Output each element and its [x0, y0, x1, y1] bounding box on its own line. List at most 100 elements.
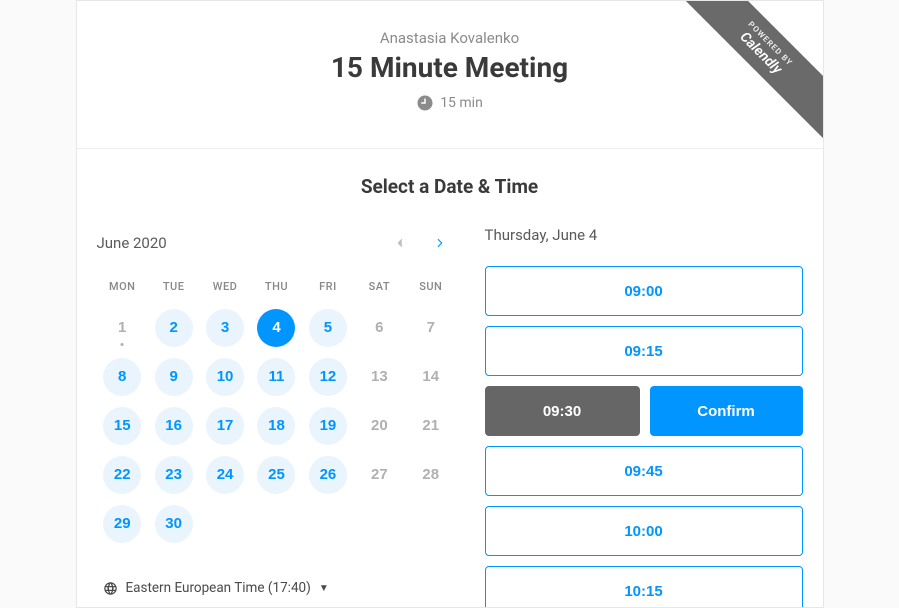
calendar-day-button: 13: [360, 358, 398, 396]
calendar-day-button[interactable]: 5: [309, 309, 347, 347]
event-duration: 15 min: [97, 94, 803, 112]
calendar-day-button[interactable]: 24: [206, 456, 244, 494]
globe-icon: [103, 581, 118, 596]
event-owner: Anastasia Kovalenko: [97, 29, 803, 47]
time-slot-button[interactable]: 09:15: [485, 326, 803, 376]
calendar-day-button[interactable]: 25: [257, 456, 295, 494]
chevron-left-icon: [393, 236, 407, 250]
calendar-day: 28: [405, 450, 456, 499]
dow-label: MON: [97, 274, 148, 303]
timezone-selector[interactable]: Eastern European Time (17:40) ▼: [97, 580, 457, 596]
dow-label: WED: [199, 274, 250, 303]
calendar-day-button[interactable]: 18: [257, 407, 295, 445]
calendar-day: 18: [251, 401, 302, 450]
scheduling-card: POWERED BY Calendly Anastasia Kovalenko …: [76, 0, 824, 608]
calendar-day: 21: [405, 401, 456, 450]
caret-down-icon: ▼: [319, 583, 329, 594]
calendar-day-button[interactable]: 17: [206, 407, 244, 445]
calendar-day: 11: [251, 352, 302, 401]
calendar-day-button: 14: [412, 358, 450, 396]
calendar-day: 7: [405, 303, 456, 352]
days-grid: 1234567891011121314151617181920212223242…: [97, 303, 457, 548]
timezone-label: Eastern European Time (17:40): [126, 580, 311, 596]
slots-list: 09:00 09:15 09:30Confirm 09:45 10:00 10:15: [485, 266, 803, 608]
calendar-day-button[interactable]: 30: [155, 505, 193, 543]
calendar-day-button[interactable]: 12: [309, 358, 347, 396]
calendar-day-button: 6: [360, 309, 398, 347]
time-slot-button[interactable]: 09:00: [485, 266, 803, 316]
calendar-day-button: 28: [412, 456, 450, 494]
event-duration-text: 15 min: [440, 95, 483, 111]
calendar-day: 4: [251, 303, 302, 352]
calendar-day-button[interactable]: 29: [103, 505, 141, 543]
calendar-day-button[interactable]: 15: [103, 407, 141, 445]
next-month-button[interactable]: [423, 226, 457, 260]
calendar-day-button[interactable]: 22: [103, 456, 141, 494]
calendar-day-button: 1: [103, 309, 141, 347]
calendar-day-button: 7: [412, 309, 450, 347]
month-label: June 2020: [97, 234, 167, 252]
calendar-day: 17: [199, 401, 250, 450]
chevron-right-icon: [433, 236, 447, 250]
calendar-day-button[interactable]: 19: [309, 407, 347, 445]
time-slot-button[interactable]: 09:45: [485, 446, 803, 496]
calendar-day: 15: [97, 401, 148, 450]
time-slot-button[interactable]: 10:15: [485, 566, 803, 608]
calendar-day: 20: [354, 401, 405, 450]
time-slot-button[interactable]: 10:00: [485, 506, 803, 556]
calendar-day: 10: [199, 352, 250, 401]
calendar-day-button[interactable]: 2: [155, 309, 193, 347]
calendar-day-button: 20: [360, 407, 398, 445]
section-title: Select a Date & Time: [77, 175, 823, 198]
calendar-day: 22: [97, 450, 148, 499]
event-header: Anastasia Kovalenko 15 Minute Meeting 15…: [77, 1, 823, 149]
clock-icon: [416, 94, 434, 112]
calendar-day: 29: [97, 499, 148, 548]
calendar-day-button[interactable]: 16: [155, 407, 193, 445]
calendar-day: 14: [405, 352, 456, 401]
time-slot-row: 10:00: [485, 506, 803, 556]
calendar: June 2020 MONTUEWEDTHUFRISATSUN 12345678…: [97, 226, 457, 608]
calendar-day: 12: [302, 352, 353, 401]
calendar-day-button: 27: [360, 456, 398, 494]
calendar-day: 25: [251, 450, 302, 499]
calendar-day: 1: [97, 303, 148, 352]
calendar-day-button[interactable]: 23: [155, 456, 193, 494]
calendar-day-button[interactable]: 26: [309, 456, 347, 494]
dow-label: TUE: [148, 274, 199, 303]
dow-label: SAT: [354, 274, 405, 303]
confirm-button[interactable]: Confirm: [650, 386, 803, 436]
time-slot-row: 09:30Confirm: [485, 386, 803, 436]
content-area: Select a Date & Time June 2020 MONTUEWED…: [77, 149, 823, 608]
calendar-day-button[interactable]: 4: [257, 309, 295, 347]
calendar-day: 26: [302, 450, 353, 499]
calendar-day: 9: [148, 352, 199, 401]
calendar-day: 2: [148, 303, 199, 352]
calendar-day-button[interactable]: 3: [206, 309, 244, 347]
calendar-day-button[interactable]: 8: [103, 358, 141, 396]
dow-label: SUN: [405, 274, 456, 303]
calendar-day-button[interactable]: 10: [206, 358, 244, 396]
calendar-day: 16: [148, 401, 199, 450]
time-slot-row: 10:15: [485, 566, 803, 608]
calendar-day: 8: [97, 352, 148, 401]
time-slot-button[interactable]: 09:30: [485, 386, 640, 436]
selected-date-label: Thursday, June 4: [485, 226, 803, 244]
calendar-day-button[interactable]: 11: [257, 358, 295, 396]
calendar-day: 30: [148, 499, 199, 548]
calendar-day: 24: [199, 450, 250, 499]
prev-month-button[interactable]: [383, 226, 417, 260]
dow-label: FRI: [302, 274, 353, 303]
dow-label: THU: [251, 274, 302, 303]
calendar-day: 13: [354, 352, 405, 401]
time-slot-row: 09:45: [485, 446, 803, 496]
time-slot-row: 09:15: [485, 326, 803, 376]
calendar-day: 6: [354, 303, 405, 352]
calendar-day: 27: [354, 450, 405, 499]
calendar-day-button: 21: [412, 407, 450, 445]
calendar-day-button[interactable]: 9: [155, 358, 193, 396]
calendar-day: 5: [302, 303, 353, 352]
calendar-day: 23: [148, 450, 199, 499]
time-slots: Thursday, June 4 09:0009:1509:30Confirm0…: [457, 226, 803, 608]
calendar-day: 19: [302, 401, 353, 450]
